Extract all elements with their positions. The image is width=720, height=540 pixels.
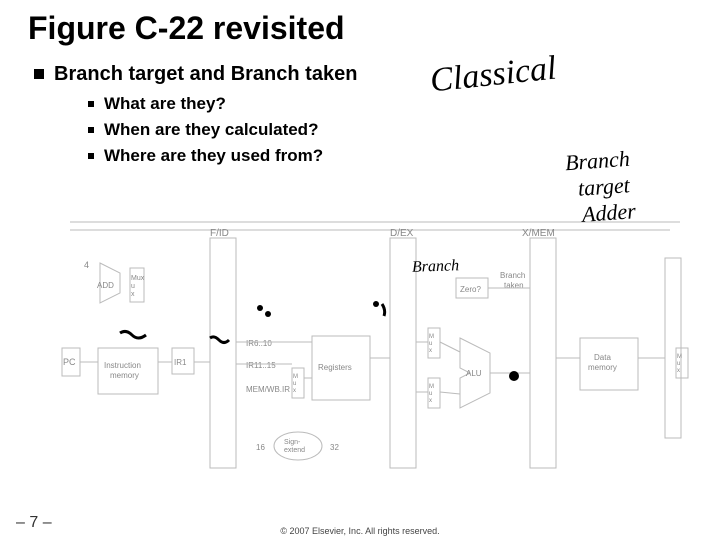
svg-text:ALU: ALU — [466, 369, 482, 378]
sub-bullet-list: What are they? When are they calculated?… — [88, 94, 692, 166]
square-bullet-icon — [88, 153, 94, 159]
svg-text:u: u — [293, 381, 296, 387]
svg-text:extend: extend — [284, 447, 305, 454]
svg-text:x: x — [429, 348, 432, 354]
svg-text:M: M — [293, 374, 298, 380]
svg-text:Zero?: Zero? — [460, 285, 481, 294]
sub-bullet-0: What are they? — [88, 94, 692, 114]
svg-text:u: u — [677, 361, 680, 367]
svg-text:PC: PC — [63, 357, 76, 367]
svg-text:M: M — [677, 354, 682, 360]
svg-text:IR1: IR1 — [174, 358, 187, 367]
svg-text:x: x — [131, 291, 135, 298]
svg-text:Mux: Mux — [131, 275, 145, 282]
square-bullet-icon — [34, 69, 44, 79]
square-bullet-icon — [88, 101, 94, 107]
svg-text:memory: memory — [588, 363, 617, 372]
svg-text:u: u — [429, 391, 432, 397]
main-bullet-text: Branch target and Branch taken — [54, 63, 357, 86]
sub-bullet-1: When are they calculated? — [88, 120, 692, 140]
svg-text:u: u — [131, 283, 135, 290]
main-bullet: Branch target and Branch taken — [34, 63, 692, 86]
sub-bullet-text: When are they calculated? — [104, 120, 318, 140]
svg-text:IR11..15: IR11..15 — [246, 361, 276, 370]
svg-text:taken: taken — [504, 281, 524, 290]
sub-bullet-text: What are they? — [104, 94, 226, 114]
stage-label-xmem: X/MEM — [522, 228, 555, 239]
svg-text:Branch: Branch — [500, 271, 525, 280]
copyright-text: © 2007 Elsevier, Inc. All rights reserve… — [280, 526, 439, 536]
stage-label-fid: F/ID — [210, 228, 229, 239]
svg-text:M: M — [429, 384, 434, 390]
svg-text:4: 4 — [84, 260, 89, 270]
svg-text:Data: Data — [594, 353, 611, 362]
handwriting-target: target — [577, 172, 630, 202]
svg-text:Instruction: Instruction — [104, 361, 141, 370]
square-bullet-icon — [88, 127, 94, 133]
sub-bullet-text: Where are they used from? — [104, 146, 323, 166]
pipeline-diagram: F/ID D/EX X/MEM ADD 4 Mux u x PC Instruc… — [60, 218, 700, 508]
page-number: – 7 – — [16, 514, 52, 532]
stage-label-dex: D/EX — [390, 228, 414, 239]
svg-text:IR6..10: IR6..10 — [246, 339, 272, 348]
svg-text:ADD: ADD — [97, 281, 114, 290]
svg-text:x: x — [677, 368, 680, 374]
svg-text:16: 16 — [256, 443, 265, 452]
slide-title: Figure C-22 revisited — [28, 10, 692, 47]
svg-text:M: M — [429, 334, 434, 340]
slide: Figure C-22 revisited Branch target and … — [0, 0, 720, 540]
svg-text:MEM/WB.IR: MEM/WB.IR — [246, 385, 290, 394]
svg-text:Sign-: Sign- — [284, 439, 301, 446]
svg-text:32: 32 — [330, 443, 339, 452]
sub-bullet-2: Where are they used from? — [88, 146, 692, 166]
svg-text:memory: memory — [110, 371, 139, 380]
svg-text:x: x — [429, 398, 432, 404]
svg-text:Registers: Registers — [318, 363, 352, 372]
svg-text:u: u — [429, 341, 432, 347]
svg-text:x: x — [293, 388, 296, 394]
